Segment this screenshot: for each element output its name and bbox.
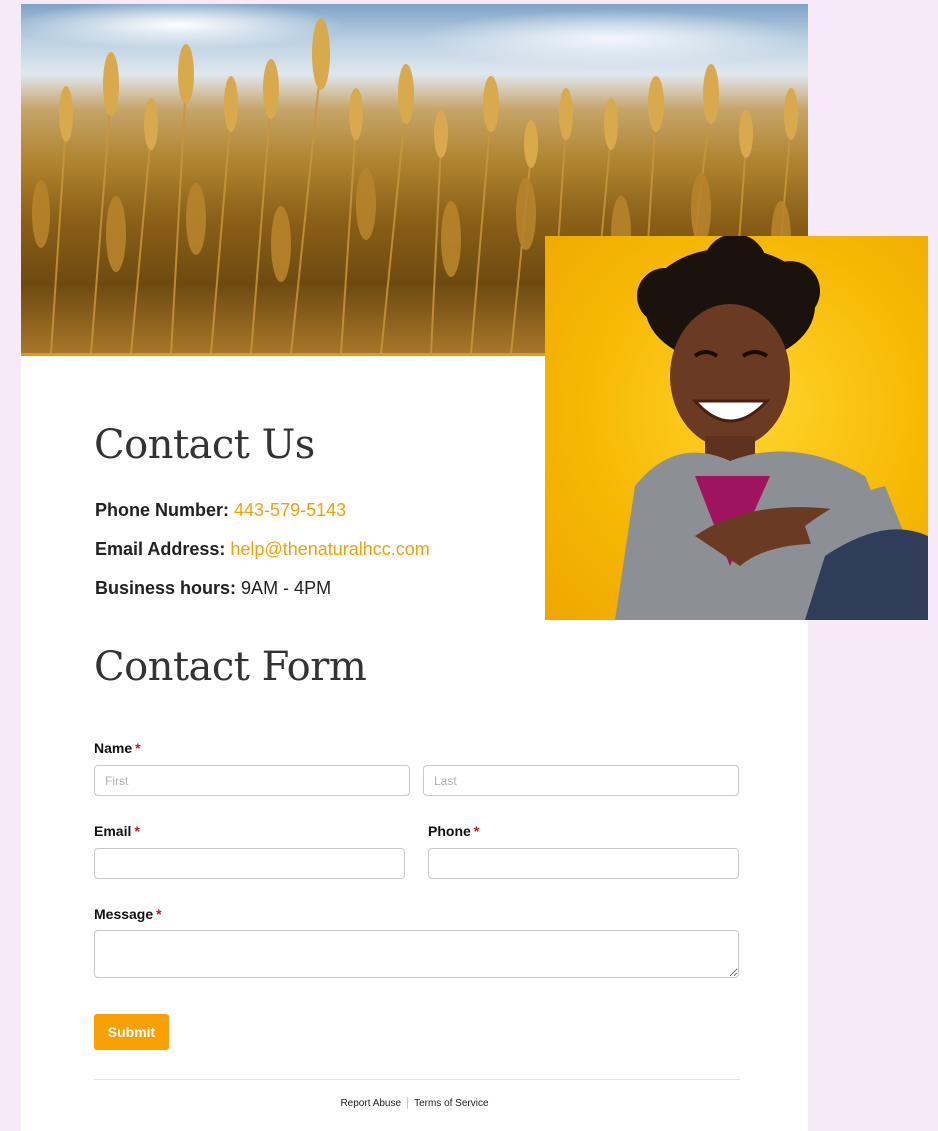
name-label: Name * [94, 740, 141, 756]
email-line: Email Address: help@thenaturalhcc.com [95, 539, 430, 560]
submit-button[interactable]: Submit [94, 1014, 169, 1050]
required-asterisk: * [135, 740, 141, 756]
terms-of-service-link[interactable]: Terms of Service [408, 1098, 494, 1109]
phone-label: Phone Number: [95, 500, 230, 520]
contact-us-heading: Contact Us [94, 422, 315, 468]
name-label-text: Name [94, 740, 133, 756]
email-field-label-text: Email [94, 823, 132, 839]
phone-input[interactable] [428, 848, 739, 879]
message-textarea[interactable] [94, 930, 739, 978]
footer-divider [94, 1079, 740, 1080]
hours-value: 9AM - 4PM [241, 578, 332, 598]
message-field-label-text: Message [94, 906, 154, 922]
required-asterisk: * [473, 823, 480, 839]
email-link[interactable]: help@thenaturalhcc.com [230, 539, 429, 559]
message-field-label: Message * [94, 906, 162, 922]
required-asterisk: * [134, 823, 140, 839]
portrait-photo [545, 236, 928, 620]
report-abuse-link[interactable]: Report Abuse [334, 1098, 407, 1109]
phone-link[interactable]: 443-579-5143 [234, 500, 346, 520]
phone-field-label: Phone * [428, 823, 479, 839]
email-label: Email Address: [95, 539, 226, 559]
contact-form-heading: Contact Form [94, 644, 367, 690]
required-asterisk: * [156, 906, 162, 922]
phone-line: Phone Number: 443-579-5143 [95, 500, 346, 521]
email-input[interactable] [94, 848, 405, 879]
hours-line: Business hours: 9AM - 4PM [95, 578, 331, 599]
first-name-input[interactable] [94, 765, 410, 796]
smiling-woman-illustration [615, 236, 928, 620]
phone-field-label-text: Phone [428, 823, 471, 839]
footer: Report Abuse Terms of Service [21, 1097, 808, 1109]
email-field-label: Email * [94, 823, 140, 839]
hours-label: Business hours: [95, 578, 237, 598]
last-name-input[interactable] [423, 765, 739, 796]
